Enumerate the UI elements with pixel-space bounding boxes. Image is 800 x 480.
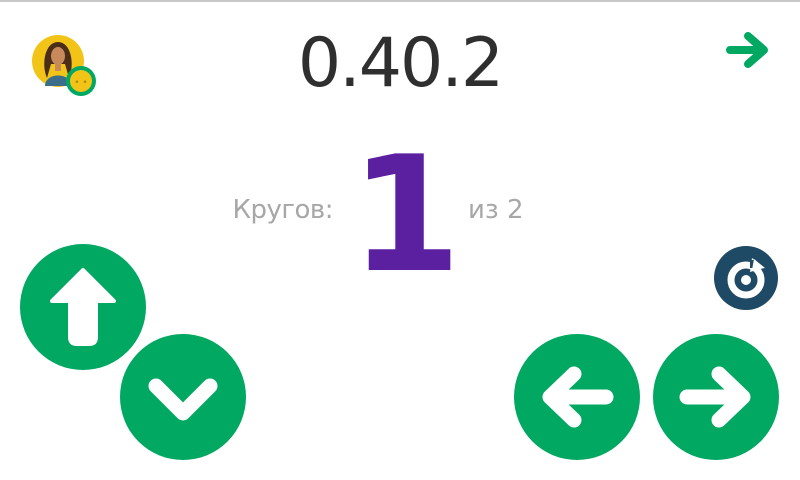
restart-button[interactable] [714, 246, 778, 310]
svg-text:• •: • • [74, 78, 87, 88]
arrow-left-icon [542, 366, 614, 428]
race-timer: 0.40.2 [297, 24, 504, 103]
avatar-icon: • • [32, 35, 96, 96]
steer-right-button[interactable] [653, 334, 779, 460]
brake-button[interactable] [120, 334, 246, 460]
next-arrow-icon[interactable] [726, 30, 774, 70]
top-divider [0, 0, 800, 2]
chevron-down-icon [148, 378, 218, 421]
restart-icon [714, 246, 778, 310]
steer-left-button[interactable] [514, 334, 640, 460]
laps-label: Кругов: [232, 195, 334, 225]
arrow-right-icon [679, 366, 751, 428]
current-lap: 1 [350, 121, 462, 308]
total-laps: из 2 [468, 195, 524, 225]
player-avatar[interactable]: • • [31, 34, 99, 98]
